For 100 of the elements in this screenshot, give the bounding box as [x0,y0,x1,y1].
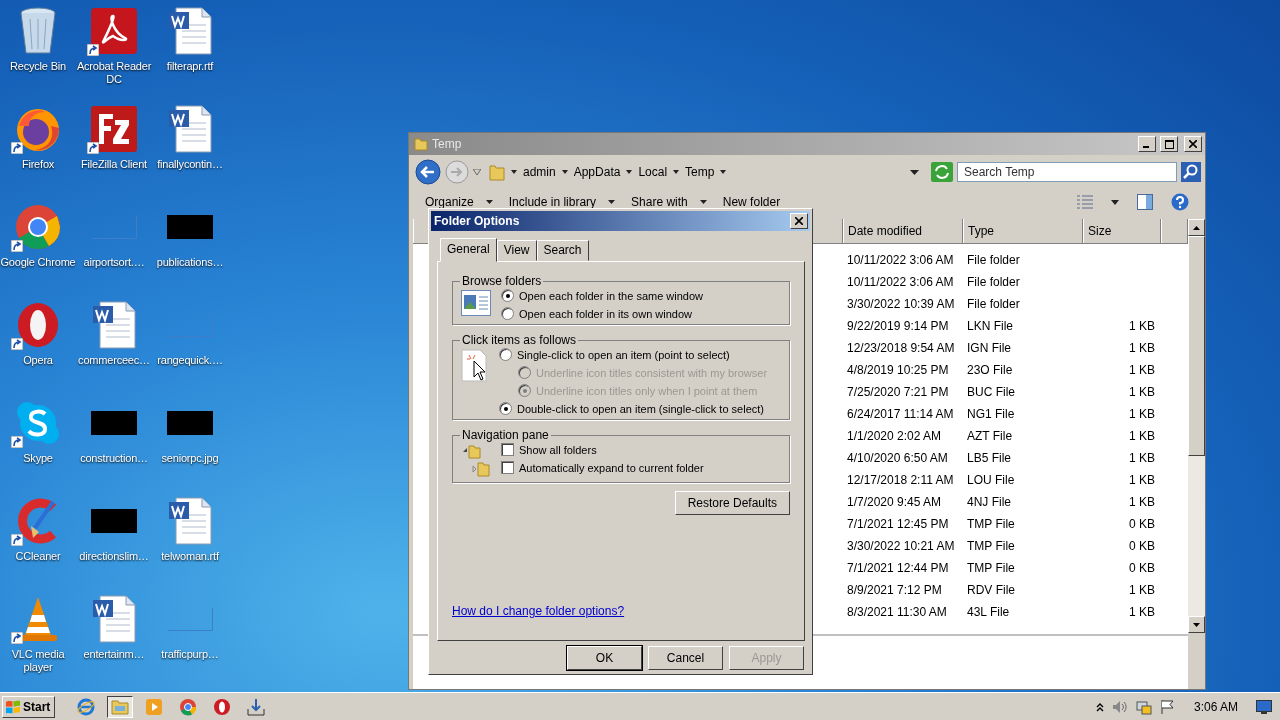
table-cell-text: 7/25/2020 7:21 PM [846,385,950,399]
checkbox-label: Show all folders [519,443,597,456]
desktop-icon-label[interactable]: CCleaner [15,550,61,563]
opera-icon[interactable] [15,302,61,348]
maximize-button[interactable] [1160,136,1178,152]
chevron-icon[interactable] [720,170,727,174]
table-cell-text: IGN File [966,341,1012,355]
flag-icon[interactable] [1159,698,1176,715]
table-cell-text: AZT File [966,429,1014,443]
chevron-icon[interactable] [561,170,568,174]
blacked-out-thumbnail[interactable] [91,509,137,533]
desktop-icon-label[interactable]: VLC media player [0,648,76,674]
desktop-icon-label[interactable]: Acrobat Reader DC [76,60,152,86]
radio-button[interactable] [499,348,512,361]
dialog-button[interactable]: OK [567,646,642,670]
history-dropdown-icon[interactable] [473,169,481,175]
skype-icon[interactable] [15,400,61,446]
desktop-icon-label[interactable]: Opera [23,354,53,367]
toolbar-button[interactable]: Include in library [506,195,618,209]
desktop-icon-label[interactable]: Recycle Bin [10,60,66,73]
restore-defaults-button[interactable]: Restore Defaults [674,491,790,515]
desktop-icon-label[interactable]: rangequick.… [157,354,223,367]
word-document-icon[interactable] [92,301,136,349]
folder-taskbar-icon[interactable] [107,695,134,718]
toolbar-button[interactable]: Organize [423,195,495,209]
close-button[interactable] [790,213,808,229]
checkbox[interactable] [501,443,514,456]
tab[interactable]: Search [536,240,589,261]
show-desktop-icon[interactable] [1256,699,1272,714]
filezilla-icon[interactable] [91,106,137,152]
desktop-icon-label[interactable]: Google Chrome [0,256,76,269]
caret-icon[interactable] [1111,199,1119,205]
refresh-button[interactable] [931,162,953,182]
pdf-app-icon[interactable] [91,8,137,54]
blank-thumbnail[interactable] [91,215,137,239]
radio-button[interactable] [499,402,512,415]
recycle-bin-icon[interactable] [18,7,58,55]
blacked-out-thumbnail[interactable] [91,411,137,435]
chevron-icon[interactable] [511,170,517,174]
desktop-icon-label[interactable]: Skype [23,452,53,465]
column-header[interactable]: Size [1083,219,1161,243]
folder-icon [489,163,505,181]
blank-thumbnail[interactable] [167,607,213,631]
desktop-icon-label[interactable]: Firefox [21,158,55,171]
help-link[interactable]: How do I change folder options? [452,604,625,618]
column-header[interactable]: Type [963,219,1083,243]
tab[interactable]: View [496,240,537,261]
clock[interactable]: 3:06 AM [1193,699,1238,714]
desktop-icon-label[interactable]: filterapr.rtf [166,60,214,73]
desktop-icon-label[interactable]: commerceec… [78,354,150,367]
start-button[interactable]: Start [2,695,56,718]
close-button[interactable] [1184,136,1202,152]
desktop-icon-label[interactable]: finallycontin… [157,158,223,171]
radio-button[interactable] [501,307,514,320]
scrollbar[interactable] [1188,219,1205,633]
scroll-up-button[interactable] [1188,219,1205,236]
desktop-icon-label[interactable]: directionslim… [79,550,149,563]
help-icon[interactable] [1171,193,1189,211]
toolbar-button[interactable]: New folder [720,195,783,209]
search-icon[interactable] [1181,162,1201,182]
chevron-icon[interactable] [673,170,680,174]
tab[interactable]: General [440,238,497,262]
chevron-icon[interactable] [626,170,633,174]
table-cell: 1 KB [1129,319,1155,333]
radio-button[interactable] [501,289,514,302]
minimize-button[interactable] [1138,136,1156,152]
breadcrumb-item[interactable]: AppData [573,165,621,179]
breadcrumb-item[interactable]: Temp [685,165,715,179]
blacked-out-thumbnail[interactable] [167,411,213,435]
desktop-icon-label[interactable]: entertainm… [83,648,145,661]
breadcrumb-item[interactable]: Local [638,165,668,179]
checkbox-label: Automatically expand to current folder [519,461,704,474]
table-cell-text: LKN File [966,319,1014,333]
desktop-icon-label[interactable]: airportsort.… [83,256,145,269]
table-cell-text: 8/3/2021 11:30 AM [846,605,948,619]
chrome-icon[interactable] [15,204,61,250]
scroll-down-button[interactable] [1188,616,1205,633]
word-document-icon[interactable] [168,7,212,55]
back-button[interactable] [415,159,441,185]
desktop-icon-label[interactable]: construction… [80,452,148,465]
toolbar-button[interactable]: Share with [629,195,709,209]
column-header[interactable]: Date modified [843,219,963,243]
table-cell: 1 KB [1129,473,1155,487]
desktop-icon-label[interactable]: publications… [156,256,224,269]
firefox-icon[interactable] [15,106,61,152]
search-field[interactable]: Search Temp [957,162,1177,182]
scrollbar-thumb[interactable] [1188,236,1205,456]
word-document-icon[interactable] [168,497,212,545]
network-icon[interactable] [1135,698,1152,715]
chevron-up-icon[interactable] [1095,701,1104,712]
word-document-icon[interactable] [92,595,136,643]
desktop-icon-label[interactable]: seniorpc.jpg [161,452,219,465]
desktop-icon-label[interactable]: FileZilla Client [81,158,147,171]
preview-pane-icon[interactable] [1137,194,1153,210]
word-document-icon[interactable] [168,105,212,153]
breadcrumb-item[interactable]: admin [523,165,556,179]
checkbox[interactable] [501,461,514,474]
dialog-button[interactable]: Cancel [648,646,723,670]
dropdown-icon[interactable] [910,169,919,175]
blacked-out-thumbnail[interactable] [167,215,213,239]
